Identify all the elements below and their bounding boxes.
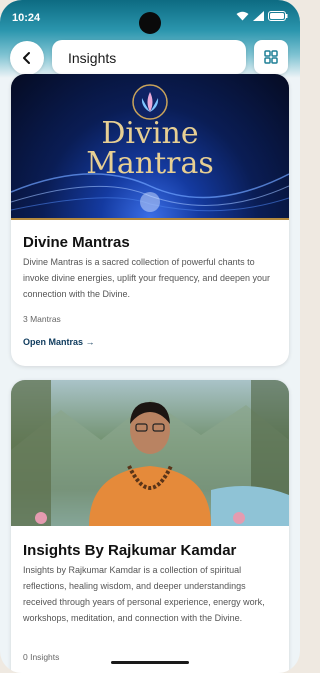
- insights-list[interactable]: Divine Mantras Divine Mantras Divine Man…: [0, 72, 300, 673]
- page-title-field: Insights: [52, 40, 246, 74]
- status-bar: 10:24: [0, 0, 300, 38]
- insight-card-rajkumar-kamdar[interactable]: Insights By Rajkumar Kamdar Insights by …: [11, 380, 289, 673]
- rajkumar-kamdar-banner: [11, 380, 289, 526]
- grid-view-button[interactable]: [254, 40, 288, 74]
- chevron-left-icon: [23, 52, 30, 64]
- open-mantras-link[interactable]: Open Mantras →: [23, 337, 95, 347]
- wifi-icon: [236, 11, 249, 21]
- status-time: 10:24: [12, 12, 41, 24]
- portrait-image: [11, 380, 289, 526]
- back-button[interactable]: [10, 41, 44, 75]
- phone-screen: 10:24 Insights Divine Mantras Divine Man…: [0, 0, 300, 673]
- card-description: Divine Mantras is a sacred collection of…: [23, 257, 270, 299]
- grid-icon: [264, 50, 278, 64]
- system-icons: [236, 11, 288, 21]
- card-count: 0 Insights: [23, 652, 60, 662]
- card-title: Divine Mantras: [23, 234, 130, 251]
- banner-title-line2: Mantras: [86, 146, 214, 181]
- card-count: 3 Mantras: [23, 314, 61, 324]
- card-description: Insights by Rajkumar Kamdar is a collect…: [23, 565, 265, 623]
- card-title: Insights By Rajkumar Kamdar: [23, 542, 237, 559]
- camera-cutout: [139, 12, 161, 34]
- page-title: Insights: [68, 50, 117, 66]
- insight-card-divine-mantras[interactable]: Divine Mantras Divine Mantras Divine Man…: [11, 74, 289, 366]
- divine-mantras-banner: Divine Mantras: [11, 74, 289, 220]
- battery-icon: [268, 11, 288, 21]
- home-indicator[interactable]: [111, 661, 189, 664]
- signal-icon: [253, 11, 264, 21]
